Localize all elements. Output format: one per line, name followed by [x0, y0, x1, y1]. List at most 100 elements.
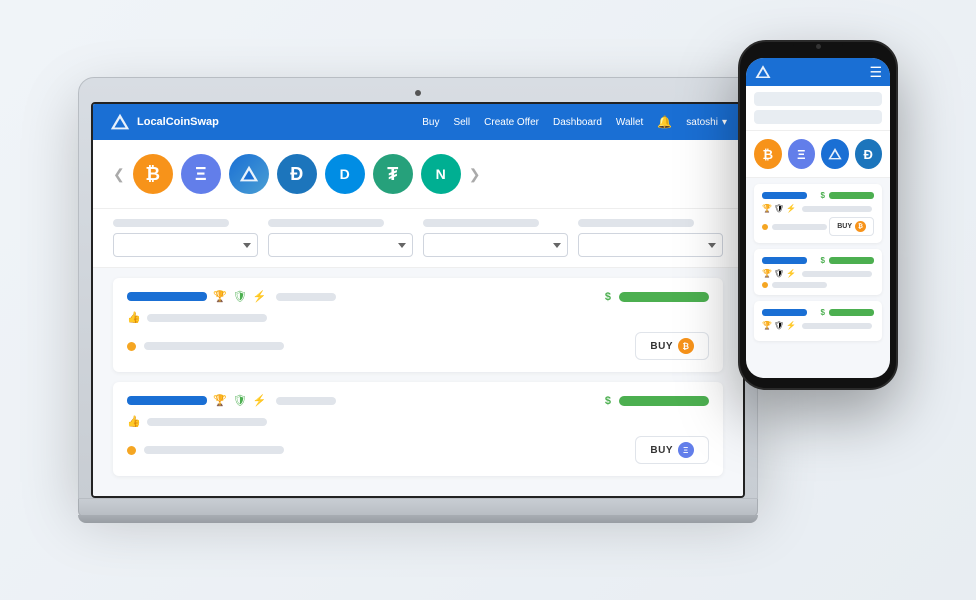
filter-label-4 [578, 219, 694, 227]
nav-brand: LocalCoinSwap [137, 116, 219, 128]
laptop-foot [78, 515, 758, 523]
coin-lcs[interactable] [229, 154, 269, 194]
phone-camera-dot [816, 44, 821, 49]
phone-listing-1: $ 🏆 🛡 ⚡ [754, 184, 882, 243]
phone-price-dollar-2: $ [821, 256, 825, 265]
phone-price-section-3: $ [821, 308, 874, 317]
coin-selector: ❮ ₿ Ξ Đ D ₮ N ❯ [93, 140, 743, 209]
shield-icon-1: 🛡 [233, 290, 247, 303]
trophy-icon-2: 🏆 [213, 394, 227, 407]
phone-listings: $ 🏆 🛡 ⚡ [746, 178, 890, 353]
phone-coin-dash[interactable]: Đ [855, 139, 883, 169]
user-name-bar-1 [127, 292, 207, 301]
phone-shield-2: 🛡 [774, 269, 784, 278]
phone-info-bar-3 [802, 323, 872, 329]
nav-username: satoshi [686, 117, 718, 128]
listing-card-2: 🏆 🛡 ⚡ $ 👍 [113, 382, 723, 476]
phone-trophy-2: 🏆 [762, 269, 772, 278]
phone-trophy-3: 🏆 [762, 321, 772, 330]
listing-detail-bar-1 [276, 293, 336, 301]
trophy-icon-1: 🏆 [213, 290, 227, 303]
coin-btc[interactable]: ₿ [133, 154, 173, 194]
filter-group-4 [578, 219, 723, 257]
phone-navbar: ☰ [746, 58, 890, 86]
listing-top-1: 🏆 🛡 ⚡ $ [127, 290, 709, 303]
nav-dashboard[interactable]: Dashboard [553, 117, 602, 128]
user-name-bar-2 [127, 396, 207, 405]
phone-buy-button-1[interactable]: BUY ₿ [829, 217, 874, 236]
phone-bottom-row-1: BUY ₿ [762, 217, 874, 236]
nav-create-offer[interactable]: Create Offer [484, 117, 539, 128]
listings-section: 🏆 🛡 ⚡ $ 👍 [93, 268, 743, 496]
phone-listing-top-2: $ [762, 256, 874, 265]
phone-filters [746, 86, 890, 131]
phone-coin-btc[interactable]: ₿ [754, 139, 782, 169]
phone-payment-bar-1 [772, 224, 827, 230]
nav-user-chevron: ▾ [722, 117, 727, 128]
listing-user-1: 🏆 🛡 ⚡ [127, 290, 266, 303]
phone-info-bar-1 [802, 206, 872, 212]
filter-group-1 [113, 219, 258, 257]
phone-shield-3: 🛡 [774, 321, 784, 330]
nav-user[interactable]: satoshi ▾ [686, 117, 727, 128]
nav-buy[interactable]: Buy [422, 117, 439, 128]
coin-eth[interactable]: Ξ [181, 154, 221, 194]
phone-coin-lcs[interactable] [821, 139, 849, 169]
phone-price-section-1: $ [821, 191, 874, 200]
filter-select-3[interactable] [423, 233, 568, 257]
phone-frame: ☰ ₿ Ξ Đ [738, 40, 898, 390]
coin-dash2[interactable]: D [325, 154, 365, 194]
nav-logo: LocalCoinSwap [109, 111, 219, 133]
listing-top-2: 🏆 🛡 ⚡ $ [127, 394, 709, 407]
buy-button-2[interactable]: BUY Ξ [635, 436, 709, 464]
phone-price-section-2: $ [821, 256, 874, 265]
phone-user-bar-1 [762, 192, 807, 199]
phone-badges-2: 🏆 🛡 ⚡ [762, 269, 874, 278]
buy-label-1: BUY [650, 341, 673, 352]
filter-label-1 [113, 219, 229, 227]
phone-bolt-1: ⚡ [786, 204, 796, 213]
phone-trophy-1: 🏆 [762, 204, 772, 213]
phone-hamburger-icon[interactable]: ☰ [869, 64, 882, 81]
phone-notch [793, 44, 843, 52]
phone-coin-eth[interactable]: Ξ [788, 139, 816, 169]
nav-bell-icon[interactable]: 🔔 [657, 115, 672, 129]
filter-select-1[interactable] [113, 233, 258, 257]
bolt-icon-1: ⚡ [253, 290, 267, 303]
coin-usdt[interactable]: ₮ [373, 154, 413, 194]
filter-select-4[interactable] [578, 233, 723, 257]
listing-middle-1: 👍 [127, 311, 709, 324]
listing-bottom-2: BUY Ξ [127, 436, 709, 464]
filter-select-2[interactable] [268, 233, 413, 257]
lcs-logo-icon [109, 111, 131, 133]
laptop: LocalCoinSwap Buy Sell Create Offer Dash… [78, 77, 758, 523]
buy-coin-btc: ₿ [678, 338, 694, 354]
coin-dash-c[interactable]: Đ [277, 154, 317, 194]
buy-button-1[interactable]: BUY ₿ [635, 332, 709, 360]
coin-neo[interactable]: N [421, 154, 461, 194]
filters-section [93, 209, 743, 268]
phone-price-bar-2 [829, 257, 874, 264]
price-bar-2 [619, 396, 709, 406]
filter-label-2 [268, 219, 384, 227]
nav-links: Buy Sell Create Offer Dashboard Wallet 🔔… [422, 115, 727, 129]
phone-bottom-row-2 [762, 282, 874, 288]
prev-coin-arrow[interactable]: ❮ [113, 166, 125, 183]
phone-lcs-logo [827, 146, 843, 162]
nav-sell[interactable]: Sell [453, 117, 470, 128]
listing-price-2: $ [605, 395, 709, 407]
buy-label-2: BUY [650, 445, 673, 456]
phone-price-bar-1 [829, 192, 874, 199]
payment-bar-1 [144, 342, 284, 350]
app-ui: LocalCoinSwap Buy Sell Create Offer Dash… [93, 104, 743, 496]
filter-group-3 [423, 219, 568, 257]
phone-listing-top-3: $ [762, 308, 874, 317]
nav-wallet[interactable]: Wallet [616, 117, 643, 128]
phone-listing-top-1: $ [762, 191, 874, 200]
thumbup-icon-2: 👍 [127, 415, 141, 428]
listing-middle-2: 👍 [127, 415, 709, 428]
phone-screen: ☰ ₿ Ξ Đ [746, 58, 890, 378]
phone-coin-row: ₿ Ξ Đ [746, 131, 890, 178]
next-coin-arrow[interactable]: ❯ [469, 166, 481, 183]
phone-listing-3: $ 🏆 🛡 ⚡ [754, 301, 882, 341]
